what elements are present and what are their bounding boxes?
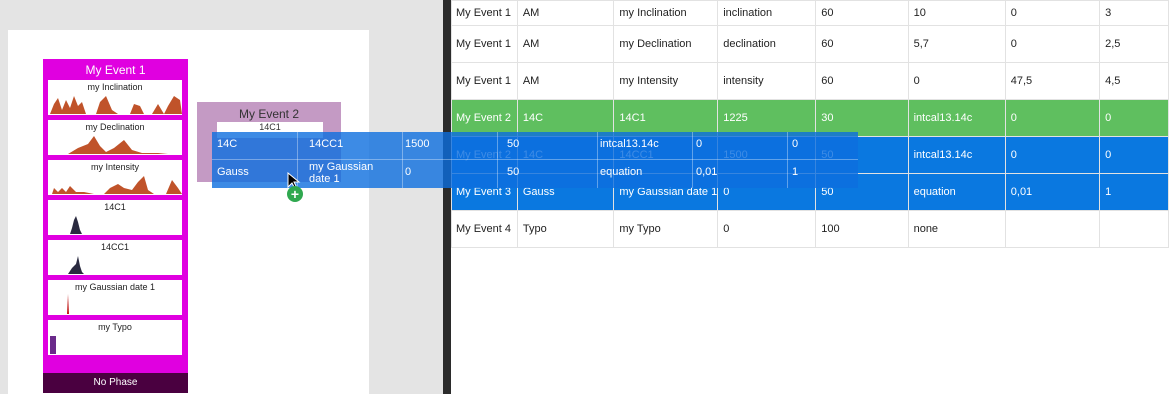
ghost-cell: 14C	[217, 138, 238, 150]
table-cell[interactable]: AM	[516, 62, 615, 100]
table-row[interactable]: My Event 1 AM my Inclination inclination 60 1…	[451, 0, 1169, 26]
ghost-cell: 0	[792, 138, 799, 150]
ghost-cell: 50	[507, 166, 520, 178]
ghost-cell: 0,01	[696, 166, 718, 178]
density-curve	[68, 256, 84, 274]
table-cell[interactable]: 1225	[717, 99, 817, 137]
table-cell[interactable]: 0	[1004, 0, 1101, 26]
date-box-typo[interactable]: my Typo	[48, 320, 182, 355]
table-cell[interactable]: my Typo	[613, 210, 719, 248]
table-cell[interactable]: 0	[1099, 136, 1169, 174]
phase-bar: No Phase	[43, 373, 188, 393]
table-cell[interactable]: 14C1	[613, 99, 719, 137]
date-box-declination[interactable]: my Declination	[48, 120, 182, 155]
date-box-inclination[interactable]: my Inclination	[48, 80, 182, 115]
table-cell[interactable]: 5,7	[907, 25, 1006, 63]
density-curve	[50, 96, 182, 114]
table-cell[interactable]: 2,5	[1099, 25, 1169, 63]
table-cell[interactable]: 14C	[516, 99, 615, 137]
table-cell[interactable]: 0	[1099, 99, 1169, 137]
plus-circle-icon: +	[287, 186, 303, 202]
date-box-14cc1[interactable]: 14CC1	[48, 240, 182, 275]
table-cell[interactable]: 10	[907, 0, 1006, 26]
table-cell[interactable]: Typo	[516, 210, 615, 248]
table-cell[interactable]: 60	[815, 62, 909, 100]
date-box-intensity[interactable]: my Intensity	[48, 160, 182, 195]
table-cell[interactable]: AM	[516, 25, 615, 63]
dates-table: My Event 1 AM my Inclination inclination 60 1…	[451, 0, 1169, 248]
table-row[interactable]: My Event 1 AM my Intensity intensity 60 0 47,5…	[451, 62, 1169, 100]
density-curve	[70, 216, 82, 234]
table-cell[interactable]: 0	[1004, 25, 1101, 63]
scene-view[interactable]: My Event 1 my Inclination my Declination…	[0, 0, 443, 394]
table-row[interactable]: My Event 1 AM my Declination declination 60 5…	[451, 25, 1169, 63]
table-cell[interactable]: My Event 1	[451, 62, 518, 100]
table-row[interactable]: My Event 4 Typo my Typo 0 100 none	[451, 210, 1169, 248]
table-cell[interactable]: My Event 4	[451, 210, 518, 248]
table-cell[interactable]: equation	[907, 173, 1006, 211]
table-cell[interactable]: 1	[1099, 173, 1169, 211]
table-cell[interactable]: 100	[815, 210, 909, 248]
ghost-cell: Gauss	[217, 166, 249, 178]
ghost-cell: 50	[507, 138, 520, 150]
table-cell[interactable]: intcal13.14c	[907, 99, 1006, 137]
dates-table-view: My Event 1 AM my Inclination inclination 60 1…	[451, 0, 1169, 394]
table-cell[interactable]: 30	[815, 99, 909, 137]
table-cell[interactable]: AM	[516, 0, 615, 26]
table-cell[interactable]: 0	[1004, 99, 1101, 137]
table-cell[interactable]: 0	[1004, 136, 1101, 174]
table-cell[interactable]: 60	[815, 0, 909, 26]
date-label: my Inclination	[87, 82, 143, 92]
ghost-cell: equation	[600, 166, 643, 178]
table-cell[interactable]: none	[907, 210, 1006, 248]
table-cell[interactable]: My Event 1	[451, 25, 518, 63]
ghost-cell: 0	[405, 166, 412, 178]
table-cell[interactable]: declination	[717, 25, 817, 63]
event-title: My Event 2	[238, 107, 300, 121]
table-cell[interactable]: inclination	[717, 0, 817, 26]
density-curve	[52, 176, 182, 194]
ghost-cell: 0	[696, 138, 703, 150]
date-label: my Typo	[98, 322, 132, 332]
date-label: my Intensity	[90, 162, 139, 172]
table-cell[interactable]	[1099, 210, 1169, 248]
date-label: 14CC1	[100, 242, 129, 252]
date-box-14c1[interactable]: 14C1	[48, 200, 182, 235]
drag-ghost: 14C 14CC1 1500 50 intcal13.14c 0 0 Gauss…	[212, 132, 858, 188]
table-cell[interactable]: my Intensity	[613, 62, 719, 100]
ghost-cell: intcal13.14c	[600, 138, 659, 150]
table-cell[interactable]	[1004, 210, 1101, 248]
table-cell[interactable]: intcal13.14c	[907, 136, 1006, 174]
ghost-cell: 1	[792, 166, 799, 178]
density-curve	[50, 336, 56, 354]
table-cell[interactable]: 60	[815, 25, 909, 63]
table-cell[interactable]: 3	[1099, 0, 1169, 26]
density-curve	[68, 136, 168, 154]
event-title: My Event 1	[85, 63, 146, 77]
ghost-cell: 14CC1	[309, 138, 344, 150]
table-cell[interactable]: my Inclination	[613, 0, 719, 26]
table-cell[interactable]: 0	[717, 210, 817, 248]
date-box-gaussian[interactable]: my Gaussian date 1	[48, 280, 182, 315]
ghost-cell: 1500	[405, 138, 430, 150]
table-cell[interactable]: intensity	[717, 62, 817, 100]
ghost-cell: my Gaussian date 1	[309, 161, 374, 185]
table-row[interactable]: My Event 2 14C 14C1 1225 30 intcal13.14c 0 0	[451, 99, 1169, 137]
table-cell[interactable]: My Event 2	[451, 99, 518, 137]
pane-divider[interactable]	[443, 0, 451, 394]
table-cell[interactable]: my Declination	[613, 25, 719, 63]
date-label: my Gaussian date 1	[74, 282, 156, 292]
table-cell[interactable]: 0,01	[1004, 173, 1101, 211]
date-label: my Declination	[85, 122, 145, 132]
event-box-1[interactable]: My Event 1 my Inclination my Declination…	[43, 59, 188, 393]
density-curve	[67, 294, 69, 314]
table-cell[interactable]: 47,5	[1004, 62, 1101, 100]
table-cell[interactable]: My Event 1	[451, 0, 518, 26]
table-cell[interactable]: 0	[907, 62, 1006, 100]
table-cell[interactable]: 4,5	[1099, 62, 1169, 100]
date-label: 14C1	[104, 202, 126, 212]
